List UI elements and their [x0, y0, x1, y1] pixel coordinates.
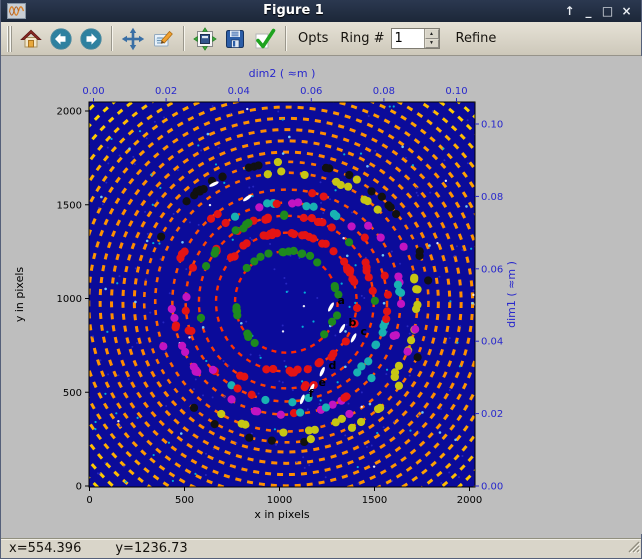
pan-button[interactable] [118, 24, 148, 53]
svg-text:1500: 1500 [57, 200, 82, 211]
figure-canvas-area: abc def 0 500 1000 1500 2000 x in pixels 0 500 100… [1, 56, 641, 538]
svg-text:500: 500 [175, 495, 194, 506]
svg-text:e: e [318, 376, 325, 389]
svg-text:500: 500 [63, 388, 82, 399]
svg-text:0.02: 0.02 [155, 86, 177, 97]
toolbar-separator [111, 26, 113, 51]
save-button[interactable] [220, 24, 250, 53]
refine-button[interactable]: Refine [450, 31, 503, 46]
svg-text:0: 0 [86, 495, 92, 506]
save-icon [223, 27, 247, 51]
svg-text:1000: 1000 [57, 294, 82, 305]
svg-text:0.08: 0.08 [373, 86, 395, 97]
svg-text:0.02: 0.02 [481, 409, 503, 420]
figure-window: Figure 1 ↑ _ □ × [0, 0, 642, 559]
svg-text:2000: 2000 [457, 495, 482, 506]
close-icon[interactable]: × [618, 1, 635, 21]
resize-grip-icon[interactable] [627, 540, 640, 557]
apply-button[interactable] [250, 24, 280, 53]
svg-text:0.10: 0.10 [481, 120, 503, 131]
cursor-x-readout: x=554.396 [9, 541, 81, 556]
home-button[interactable] [16, 24, 46, 53]
minimize-icon[interactable]: _ [580, 1, 597, 21]
opts-button[interactable]: Opts [292, 31, 334, 46]
ring-number-input[interactable] [392, 29, 424, 48]
svg-text:0.00: 0.00 [481, 482, 503, 493]
window-controls: ↑ _ □ × [561, 1, 635, 21]
svg-text:0.00: 0.00 [82, 86, 104, 97]
statusbar: x=554.396 y=1236.73 [1, 538, 641, 558]
titlebar[interactable]: Figure 1 ↑ _ □ × [1, 0, 641, 22]
svg-text:1000: 1000 [267, 495, 292, 506]
diffraction-plot[interactable]: abc def 0 500 1000 1500 2000 x in pixels 0 500 100… [1, 56, 642, 534]
svg-text:0.04: 0.04 [228, 86, 250, 97]
svg-text:dim2 ( ≈m ): dim2 ( ≈m ) [249, 67, 316, 80]
svg-text:c: c [360, 325, 367, 338]
svg-text:0.06: 0.06 [300, 86, 322, 97]
subplots-button[interactable] [190, 24, 220, 53]
maximize-icon[interactable]: □ [599, 1, 616, 21]
matplotlib-logo-icon [7, 3, 26, 19]
back-icon [49, 27, 73, 51]
forward-button[interactable] [76, 24, 106, 53]
svg-text:1500: 1500 [362, 495, 387, 506]
spin-up-icon[interactable]: ▲ [425, 29, 439, 39]
cursor-y-readout: y=1236.73 [115, 541, 187, 556]
toolbar-separator [285, 26, 287, 51]
svg-text:0.08: 0.08 [481, 192, 503, 203]
svg-text:f: f [309, 387, 314, 400]
svg-text:2000: 2000 [57, 107, 82, 118]
svg-text:0.06: 0.06 [481, 264, 503, 275]
window-title: Figure 1 [30, 0, 557, 22]
shade-icon[interactable]: ↑ [561, 1, 578, 21]
ring-number-label: Ring # [334, 31, 390, 46]
zoom-button[interactable] [148, 24, 178, 53]
spin-down-icon[interactable]: ▼ [425, 39, 439, 49]
toolbar: Opts Ring # ▲ ▼ Refine [1, 22, 641, 56]
pan-icon [121, 27, 145, 51]
svg-text:a: a [337, 294, 344, 307]
ring-number-spinner: ▲ ▼ [391, 28, 440, 49]
svg-text:d: d [329, 359, 337, 372]
svg-text:dim1 ( ≈m ): dim1 ( ≈m ) [505, 261, 518, 328]
toolbar-separator [183, 26, 185, 51]
check-icon [253, 27, 277, 51]
svg-text:y in pixels: y in pixels [13, 267, 26, 323]
svg-text:x in pixels: x in pixels [254, 508, 310, 521]
forward-icon [79, 27, 103, 51]
edit-zoom-icon [151, 27, 175, 51]
svg-text:0: 0 [76, 482, 82, 493]
svg-text:b: b [348, 316, 356, 329]
svg-text:0.10: 0.10 [445, 86, 467, 97]
back-button[interactable] [46, 24, 76, 53]
subplots-icon [193, 27, 217, 51]
toolbar-grip[interactable] [7, 26, 13, 52]
svg-text:0.04: 0.04 [481, 337, 503, 348]
home-icon [19, 27, 43, 51]
